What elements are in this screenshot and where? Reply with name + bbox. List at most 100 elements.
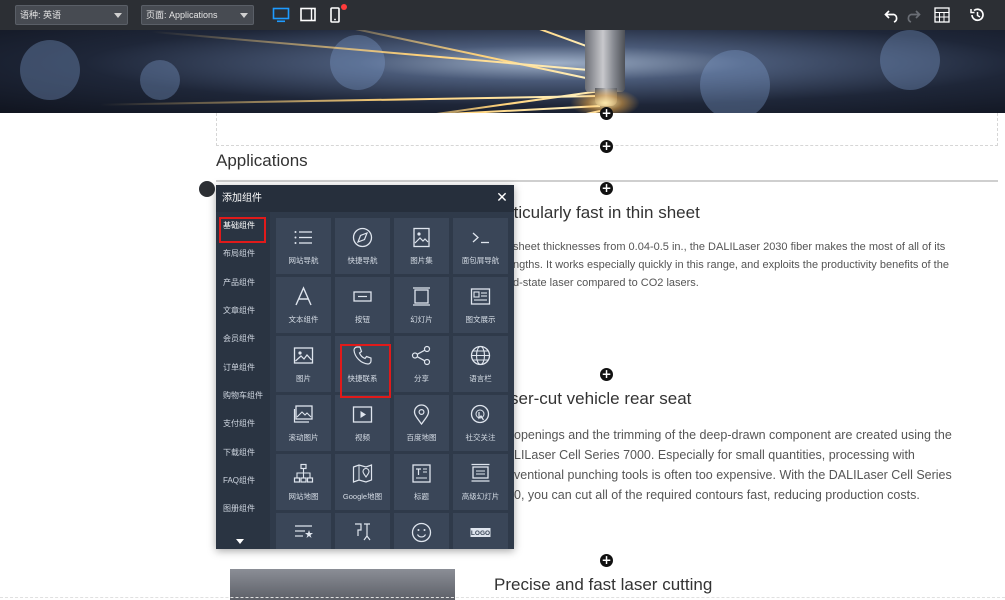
list-icon [294,231,312,244]
add-section-icon[interactable]: + [600,140,613,153]
category-download[interactable]: 下载组件 [216,439,270,467]
category-product[interactable]: 产品组件 [216,269,270,297]
widget-label: 网站地图 [288,492,319,501]
social-icon [470,404,490,424]
block2-line: openings and the trimming of the deep-dr… [514,428,952,442]
tablet-icon[interactable] [299,6,317,24]
category-layout[interactable]: 布局组件 [216,240,270,268]
category-payment[interactable]: 支付组件 [216,410,270,438]
gallery-icon [413,227,430,248]
scroll-down-icon[interactable] [236,539,244,544]
mobile-icon[interactable] [326,4,347,24]
widget-rating-list[interactable] [276,513,331,549]
widget-label: 分享 [414,374,429,383]
share-icon [411,345,431,366]
title-icon [412,464,431,483]
block3-heading[interactable]: Precise and fast laser cutting [494,575,712,595]
block1-line: sheet thicknesses from 0.04-0.5 in., the… [513,241,946,253]
widget-advanced-slideshow[interactable]: 高级幻灯片 [453,454,508,510]
widget-gallery[interactable]: 图片集 [394,218,449,274]
category-album[interactable]: 图册组件 [216,495,270,523]
widget-button[interactable]: 按钮 [335,277,390,333]
category-order[interactable]: 订单组件 [216,354,270,382]
widget-label: 图片 [296,374,311,383]
undo-icon[interactable] [883,6,901,24]
widget-label: 幻灯片 [410,315,433,324]
widget-title[interactable]: 标题 [394,454,449,510]
panel-header[interactable]: 添加组件 ✕ [216,185,514,212]
category-cart[interactable]: 购物车组件 [216,382,270,410]
widget-label: 滚动图片 [288,433,319,442]
highlight-box [219,217,266,243]
block2-line: LILaser Cell Series 7000. Especially for… [514,448,915,462]
section-title[interactable]: Applications [216,151,308,171]
scroll-image-icon [293,405,313,423]
widget-label: 网站导航 [288,256,319,265]
emoji-icon [411,522,432,543]
category-sidebar: 基础组件 布局组件 产品组件 文章组件 会员组件 订单组件 购物车组件 支付组件… [216,212,270,549]
widget-label: 按钮 [355,315,370,324]
widget-google-map[interactable]: Google地图 [335,454,390,510]
widget-label: 语言栏 [469,374,492,383]
language-select[interactable]: 语种: 英语 [15,5,128,25]
widget-label: 视频 [355,433,370,442]
svg-text:LOGO: LOGO [471,530,490,537]
add-section-icon[interactable]: + [600,554,613,567]
breadcrumb-icon [472,232,489,244]
category-faq[interactable]: FAQ组件 [216,467,270,495]
widget-sitemap[interactable]: 网站地图 [276,454,331,510]
widget-label: 文本组件 [288,315,319,324]
rating-list-icon [295,525,313,538]
page-select[interactable]: 页面: Applications [141,5,254,25]
widget-text[interactable]: 文本组件 [276,277,331,333]
hero-banner-image [0,30,1005,113]
image-text-icon [470,288,491,305]
block2-line: 0, you can cut all of the required conto… [514,488,920,502]
slideshow-icon [413,287,430,306]
widget-video[interactable]: 视频 [335,395,390,451]
redo-icon[interactable] [904,6,922,24]
widget-image-text[interactable]: 图文展示 [453,277,508,333]
widget-label: 面包屑导航 [461,256,500,265]
widget-code[interactable] [335,513,390,549]
widget-label: Google地图 [342,492,383,501]
advanced-slideshow-icon [471,463,490,482]
widget-label: 图文展示 [465,315,496,324]
panel-title: 添加组件 [222,193,262,204]
add-section-icon[interactable]: + [600,368,613,381]
highlight-box [340,344,391,398]
widget-site-nav[interactable]: 网站导航 [276,218,331,274]
block1-heading[interactable]: rticularly fast in thin sheet [508,203,700,223]
add-section-icon[interactable]: + [600,182,613,195]
text-icon [295,286,312,306]
widget-quick-nav[interactable]: 快捷导航 [335,218,390,274]
widget-label: 图片集 [410,256,433,265]
widget-baidu-map[interactable]: 百度地图 [394,395,449,451]
widget-label: 标题 [414,492,429,501]
compass-icon [352,227,373,248]
widget-breadcrumb[interactable]: 面包屑导航 [453,218,508,274]
button-icon [353,291,372,302]
widget-slideshow[interactable]: 幻灯片 [394,277,449,333]
chevron-down-icon [114,13,122,18]
chevron-down-icon [240,13,248,18]
widget-share[interactable]: 分享 [394,336,449,392]
desktop-icon[interactable] [272,6,290,24]
logo-icon: LOGO [470,528,491,537]
history-icon[interactable] [968,6,986,24]
globe-icon [470,345,491,366]
grid-icon[interactable] [933,6,951,24]
widget-social-follow[interactable]: 社交关注 [453,395,508,451]
category-member[interactable]: 会员组件 [216,325,270,353]
drag-handle[interactable] [199,181,215,197]
widget-emoji[interactable] [394,513,449,549]
add-section-icon[interactable]: + [600,107,613,120]
category-article[interactable]: 文章组件 [216,297,270,325]
widget-logo[interactable]: LOGO [453,513,508,549]
code-icon [355,523,371,541]
widget-image[interactable]: 图片 [276,336,331,392]
widget-language-bar[interactable]: 语言栏 [453,336,508,392]
block2-heading[interactable]: ser-cut vehicle rear seat [510,389,691,409]
widget-scroll-image[interactable]: 滚动图片 [276,395,331,451]
close-icon[interactable]: ✕ [496,191,508,205]
